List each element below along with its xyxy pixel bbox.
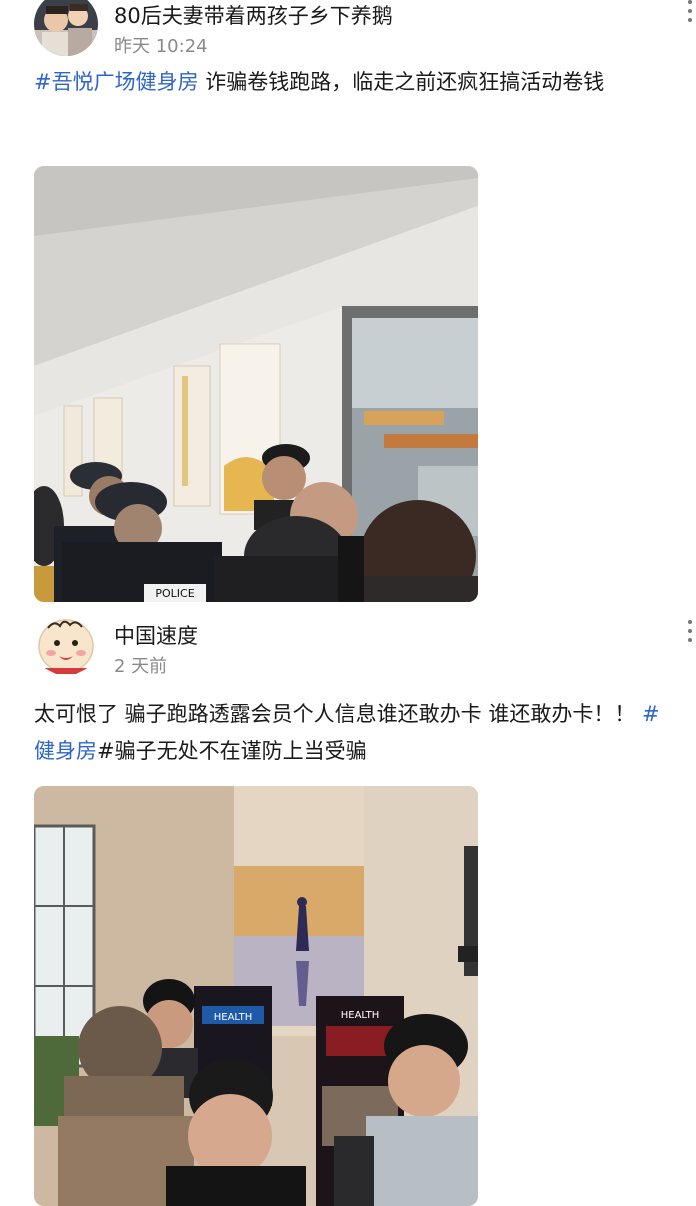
- post-photo[interactable]: POLICE: [34, 166, 478, 602]
- standee-sign-text: HEALTH: [341, 1010, 380, 1021]
- more-vertical-icon[interactable]: [686, 0, 694, 28]
- post-time: 2 天前: [114, 656, 168, 677]
- post-text: 太可恨了 骗子跑路透露会员个人信息谁还敢办卡 谁还敢办卡！！ #健身房#骗子无处…: [34, 696, 674, 770]
- hashtag-link[interactable]: #吾悦广场健身房: [34, 70, 199, 94]
- author-name[interactable]: 中国速度: [114, 620, 198, 650]
- police-patch-text: POLICE: [155, 587, 194, 600]
- avatar[interactable]: [34, 0, 98, 56]
- post-body-text: 诈骗卷钱跑路，临走之前还疯狂搞活动卷钱: [198, 70, 605, 94]
- post-photo[interactable]: HEALTH HEALTH: [34, 786, 478, 1206]
- post-body-text: 太可恨了 骗子跑路透露会员个人信息谁还敢办卡 谁还敢办卡！！: [34, 702, 643, 726]
- post-header: 80后夫妻带着两孩子乡下养鹅 昨天 10:24: [34, 0, 692, 57]
- feed-post: 80后夫妻带着两孩子乡下养鹅 昨天 10:24 #吾悦广场健身房 诈骗卷钱跑路，…: [0, 0, 696, 616]
- more-vertical-icon[interactable]: [686, 620, 694, 648]
- feed-post: 中国速度 2 天前 太可恨了 骗子跑路透露会员个人信息谁还敢办卡 谁还敢办卡！！…: [0, 606, 696, 1206]
- post-header: 中国速度 2 天前: [34, 606, 692, 677]
- post-text: #吾悦广场健身房 诈骗卷钱跑路，临走之前还疯狂搞活动卷钱: [34, 64, 674, 101]
- post-time: 昨天 10:24: [114, 36, 208, 57]
- author-name[interactable]: 80后夫妻带着两孩子乡下养鹅: [114, 0, 393, 30]
- standee-sign-text: HEALTH: [214, 1012, 253, 1023]
- avatar[interactable]: [34, 612, 98, 676]
- post-body-text: #骗子无处不在谨防上当受骗: [97, 739, 367, 763]
